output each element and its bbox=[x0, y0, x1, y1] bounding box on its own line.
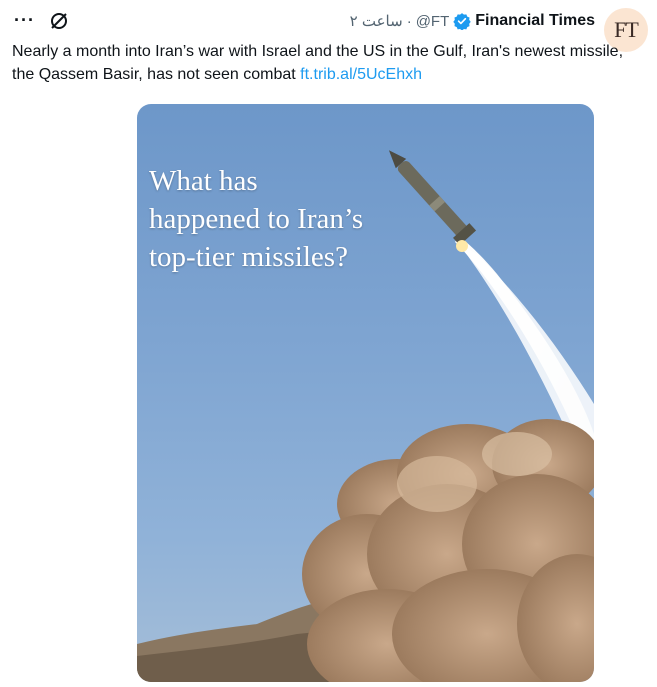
headline-line: happened to Iran’s bbox=[149, 203, 364, 235]
tweet-header: ··· ساعت ۲ · @FT Financial Times FT bbox=[0, 0, 657, 52]
headline-line: top-tier missiles? bbox=[149, 241, 348, 273]
author-info: ساعت ۲ · @FT Financial Times bbox=[350, 12, 595, 30]
tweet-actions: ··· bbox=[14, 10, 69, 31]
grok-icon[interactable] bbox=[49, 11, 69, 31]
verified-badge-icon bbox=[453, 13, 471, 30]
headline-line: What has bbox=[149, 165, 258, 197]
smoke-cloud bbox=[302, 419, 594, 682]
author-name[interactable]: Financial Times bbox=[475, 12, 595, 30]
media-headline: What has happened to Iran’s top-tier mis… bbox=[149, 162, 469, 276]
separator-dot: · bbox=[406, 12, 412, 30]
tweet-media-image[interactable]: What has happened to Iran’s top-tier mis… bbox=[137, 104, 594, 682]
more-options-icon[interactable]: ··· bbox=[14, 10, 35, 31]
author-handle[interactable]: @FT bbox=[416, 13, 450, 30]
tweet-text: Nearly a month into Iran’s war with Isra… bbox=[12, 40, 637, 86]
timestamp[interactable]: ساعت ۲ bbox=[350, 12, 403, 30]
tweet-link[interactable]: ft.trib.al/5UcEhxh bbox=[300, 66, 422, 83]
